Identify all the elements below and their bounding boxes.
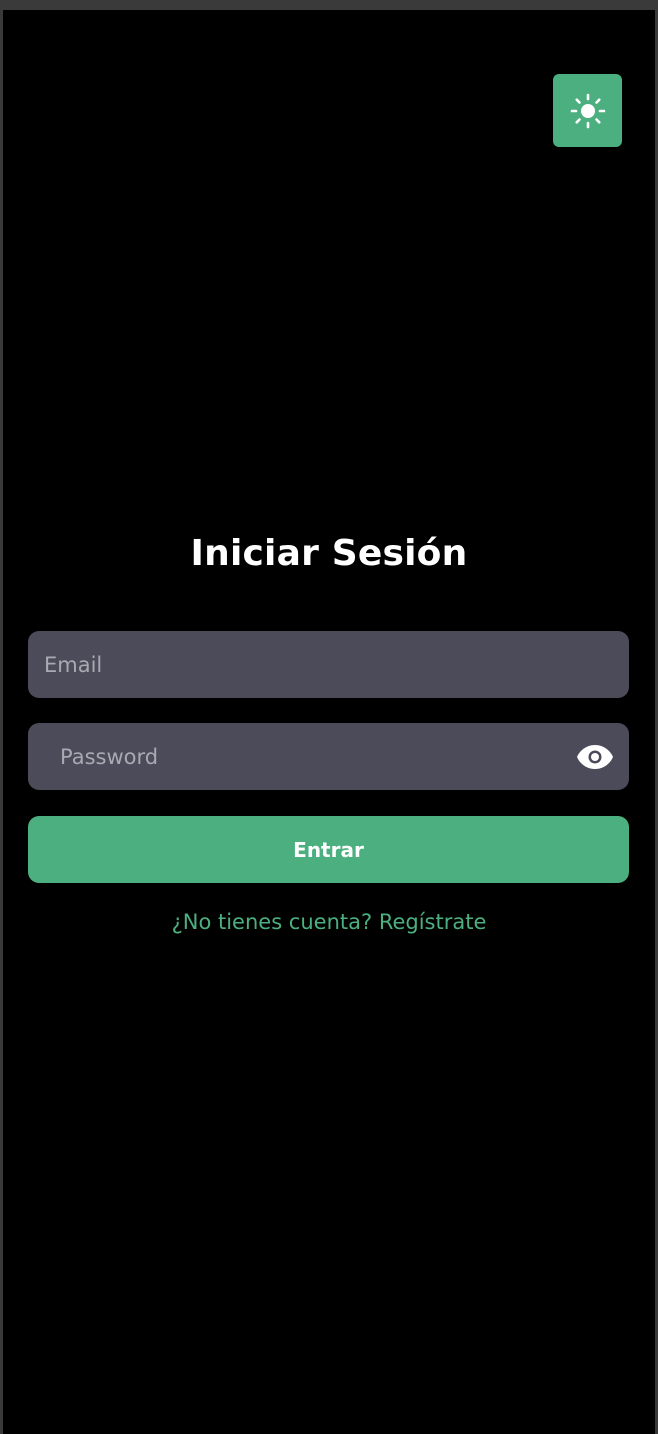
page-title: Iniciar Sesión: [190, 533, 468, 574]
sun-icon: [570, 93, 606, 129]
register-link[interactable]: ¿No tienes cuenta? Regístrate: [3, 910, 655, 934]
theme-toggle-button[interactable]: [553, 74, 622, 147]
email-field[interactable]: [28, 631, 629, 698]
email-field-container: [28, 631, 629, 698]
login-screen: Iniciar Sesión Entrar ¿No tienes cuenta?…: [3, 10, 655, 1434]
eye-icon[interactable]: [575, 741, 615, 773]
password-field[interactable]: [28, 723, 629, 790]
submit-button[interactable]: Entrar: [28, 816, 629, 883]
password-field-container: [28, 723, 629, 790]
